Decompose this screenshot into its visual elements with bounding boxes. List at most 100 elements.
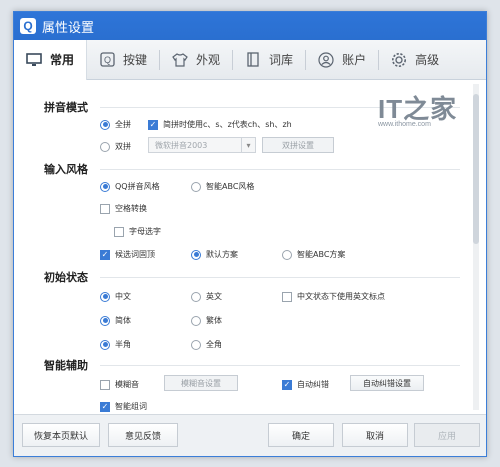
window-title: 属性设置: [42, 20, 95, 36]
checkbox[interactable]: [100, 203, 110, 214]
apply-button[interactable]: 应用: [414, 423, 480, 447]
option-label: 全拼: [115, 120, 131, 129]
settings-content: 拼音模式 全拼 ✓ 简拼时使用c、s、z代表ch、sh、zh 双拼 微软拼音20…: [14, 81, 472, 413]
option-label: 英文: [206, 292, 222, 301]
option-label: 空格转换: [115, 204, 147, 213]
option-label: 繁体: [206, 316, 222, 325]
checkbox-fuzzy-jianpin[interactable]: ✓ 简拼时使用c、s、z代表ch、sh、zh: [148, 119, 292, 130]
radio-abc-scheme[interactable]: 智能ABC方案: [282, 249, 345, 260]
tab-appearance[interactable]: 外观: [160, 40, 232, 80]
vertical-scrollbar[interactable]: [473, 84, 479, 410]
check-icon[interactable]: ✓: [100, 401, 110, 412]
radio-button[interactable]: [191, 339, 201, 350]
checkbox[interactable]: [100, 379, 110, 390]
option-label: 简体: [115, 316, 131, 325]
fuzzy-sound-settings-button[interactable]: 模糊音设置: [164, 375, 238, 391]
tab-common[interactable]: 常用: [14, 39, 88, 80]
radio-simplified[interactable]: 简体: [100, 315, 131, 326]
checkbox-letter-select[interactable]: 字母选字: [114, 226, 161, 237]
radio-button[interactable]: [191, 291, 201, 302]
tab-label: 按键: [123, 53, 148, 67]
restore-default-button[interactable]: 恢复本页默认: [22, 423, 100, 447]
radio-button[interactable]: [191, 249, 201, 260]
checkbox-fuzzy-sound[interactable]: 模糊音: [100, 379, 139, 390]
tab-advanced[interactable]: 高级: [379, 40, 451, 80]
scrollbar-thumb[interactable]: [473, 94, 479, 244]
option-label: 候选词固顶: [115, 250, 155, 259]
cancel-button[interactable]: 取消: [342, 423, 408, 447]
tab-bar: 常用 Q 按键 外观 词库 账户 高级: [14, 39, 486, 80]
section-divider: [100, 169, 460, 170]
key-icon: Q: [99, 52, 115, 68]
section-title-smart-assist: 智能辅助: [44, 359, 88, 372]
radio-button[interactable]: [100, 119, 110, 130]
double-pinyin-settings-button[interactable]: 双拼设置: [262, 137, 334, 153]
radio-button[interactable]: [100, 141, 110, 152]
option-label: 智能ABC方案: [297, 250, 346, 259]
radio-default-scheme[interactable]: 默认方案: [191, 249, 238, 260]
radio-full-width[interactable]: 全角: [191, 339, 222, 350]
feedback-button[interactable]: 意见反馈: [108, 423, 178, 447]
svg-text:Q: Q: [104, 55, 111, 65]
radio-button[interactable]: [100, 181, 110, 192]
select-value: 微软拼音2003: [155, 140, 208, 150]
radio-traditional[interactable]: 繁体: [191, 315, 222, 326]
tab-label: 常用: [50, 53, 75, 67]
option-label: 自动纠错: [297, 380, 329, 389]
radio-chinese[interactable]: 中文: [100, 291, 131, 302]
radio-abc-style[interactable]: 智能ABC风格: [191, 181, 254, 192]
gear-icon: [391, 52, 407, 68]
checkbox-candidate-fixed[interactable]: ✓ 候选词固顶: [100, 249, 155, 260]
radio-button[interactable]: [100, 291, 110, 302]
option-label: 默认方案: [206, 250, 238, 259]
option-label: 字母选字: [129, 227, 161, 236]
option-label: 智能ABC风格: [206, 182, 255, 191]
checkbox-english-punctuation[interactable]: 中文状态下使用英文标点: [282, 291, 385, 302]
tab-lexicon[interactable]: 词库: [233, 40, 305, 80]
checkbox[interactable]: [282, 291, 292, 302]
checkbox-smart-phrase[interactable]: ✓ 智能组词: [100, 401, 147, 412]
tab-label: 词库: [269, 53, 294, 67]
option-label: 全角: [206, 340, 222, 349]
option-label: 中文状态下使用英文标点: [297, 292, 385, 301]
radio-half-width[interactable]: 半角: [100, 339, 131, 350]
title-bar[interactable]: Q 属性设置: [14, 12, 486, 40]
option-label: QQ拼音风格: [115, 182, 160, 191]
auto-correct-settings-button[interactable]: 自动纠错设置: [350, 375, 424, 391]
watermark-url: www.ithome.com: [378, 121, 431, 128]
check-icon[interactable]: ✓: [148, 119, 158, 130]
tab-keys[interactable]: Q 按键: [87, 40, 159, 80]
double-pinyin-scheme-select[interactable]: 微软拼音2003 ▾: [148, 137, 256, 153]
option-label: 简拼时使用c、s、z代表ch、sh、zh: [163, 120, 292, 129]
option-label: 半角: [115, 340, 131, 349]
option-label: 双拼: [115, 142, 131, 151]
radio-button[interactable]: [282, 249, 292, 260]
radio-button[interactable]: [191, 315, 201, 326]
section-divider: [100, 277, 460, 278]
check-icon[interactable]: ✓: [282, 379, 292, 390]
radio-button[interactable]: [191, 181, 201, 192]
radio-button[interactable]: [100, 315, 110, 326]
checkbox-space-convert[interactable]: 空格转换: [100, 203, 147, 214]
tab-label: 高级: [415, 53, 440, 67]
tab-label: 账户: [342, 53, 367, 67]
radio-button[interactable]: [100, 339, 110, 350]
section-title-initial-state: 初始状态: [44, 271, 88, 284]
radio-english[interactable]: 英文: [191, 291, 222, 302]
tab-account[interactable]: 账户: [306, 40, 378, 80]
radio-qq-style[interactable]: QQ拼音风格: [100, 181, 160, 192]
check-icon[interactable]: ✓: [100, 249, 110, 260]
option-label: 中文: [115, 292, 131, 301]
option-label: 智能组词: [115, 402, 147, 411]
shirt-icon: [172, 52, 188, 68]
checkbox-auto-correct[interactable]: ✓ 自动纠错: [282, 379, 329, 390]
ithome-watermark: IT之家 www.ithome.com: [378, 89, 468, 134]
chevron-down-icon: ▾: [241, 138, 255, 152]
book-icon: [245, 52, 261, 68]
ok-button[interactable]: 确定: [268, 423, 334, 447]
radio-double-pinyin[interactable]: 双拼: [100, 141, 131, 152]
section-title-pinyin-mode: 拼音模式: [44, 101, 88, 114]
checkbox[interactable]: [114, 226, 124, 237]
tab-label: 外观: [196, 53, 221, 67]
radio-full-pinyin[interactable]: 全拼: [100, 119, 131, 130]
